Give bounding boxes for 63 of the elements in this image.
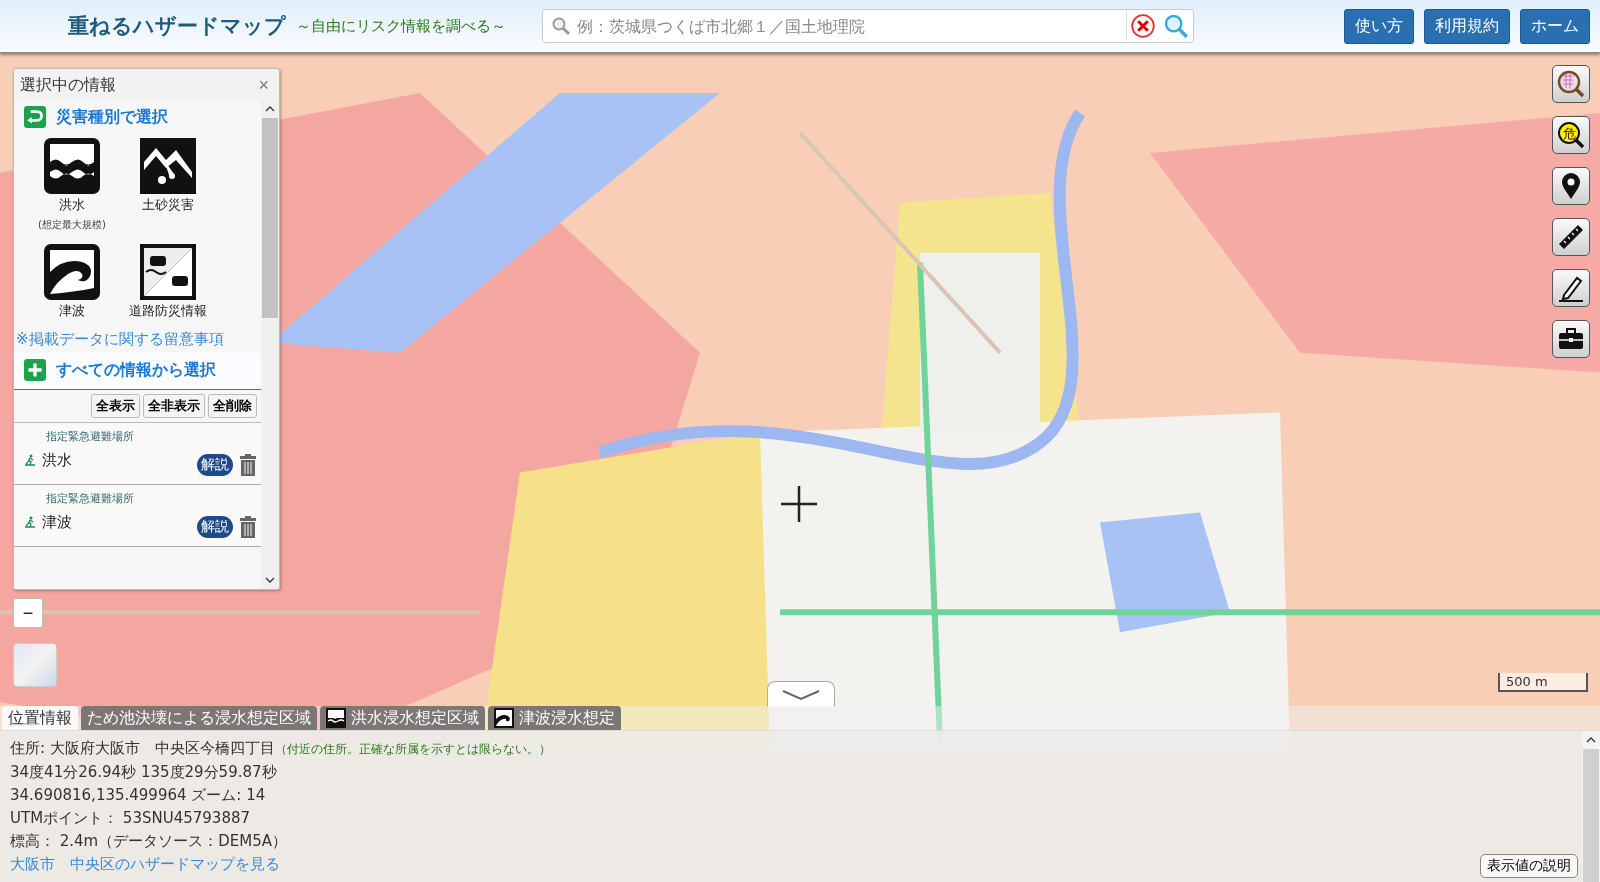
- running-person-icon: [24, 454, 36, 466]
- layer-action-button[interactable]: 全表示: [91, 394, 140, 418]
- plus-icon: [24, 359, 46, 381]
- explain-button[interactable]: 表示値の説明: [1480, 854, 1578, 878]
- wave-icon: [494, 708, 514, 728]
- layer-action-button[interactable]: 全非表示: [143, 394, 205, 418]
- collapse-tab[interactable]: [767, 681, 835, 707]
- wave-icon: [42, 242, 102, 302]
- address-text: 住所: 大阪府大阪市 中央区今橋四丁目: [10, 739, 275, 757]
- scrollbar[interactable]: [1582, 731, 1600, 882]
- trash-icon[interactable]: [239, 516, 257, 538]
- location-detail: 34度41分26.94秒 135度29分59.87秒: [10, 763, 277, 781]
- help-button[interactable]: 解説: [197, 454, 233, 476]
- close-button[interactable]: ×: [254, 75, 273, 96]
- layer-name: 洪水: [42, 450, 73, 470]
- search-field[interactable]: 例：茨城県つくば市北郷１／国土地理院: [575, 15, 1126, 37]
- layer-category: 指定緊急避難場所: [46, 491, 135, 506]
- info-tab[interactable]: ため池決壊による浸水想定区域: [81, 706, 317, 730]
- flood-icon: [42, 136, 102, 196]
- site-title[interactable]: 重ねるハザードマップ: [68, 12, 286, 40]
- info-tab[interactable]: 洪水浸水想定区域: [320, 706, 485, 730]
- hazard-type-button[interactable]: 津波: [24, 238, 120, 324]
- nav-button[interactable]: 使い方: [1344, 8, 1414, 44]
- hazard-type-button[interactable]: 土砂災害: [120, 132, 216, 236]
- layer-category: 指定緊急避難場所: [46, 429, 135, 444]
- address-note: （付近の住所。正確な所属を示すとは限らない。）: [274, 742, 551, 756]
- hazard-type-button[interactable]: 道路防災情報: [120, 238, 216, 324]
- scale-bar: 500 m: [1498, 673, 1588, 692]
- magnifier-map-icon: [1556, 69, 1586, 99]
- landslide-icon: [138, 136, 198, 196]
- nav-button[interactable]: ホーム: [1520, 8, 1590, 44]
- trash-icon[interactable]: [239, 454, 257, 476]
- location-detail: 標高： 2.4m（データソース：DEM5A）: [10, 832, 287, 850]
- map-tool-button[interactable]: [1552, 65, 1590, 103]
- caret-up-icon[interactable]: [1586, 737, 1596, 743]
- layer-thumbnail[interactable]: [13, 643, 57, 687]
- hazard-type-button[interactable]: 洪水 (想定最大規模): [24, 132, 120, 236]
- search-icon: [551, 16, 571, 36]
- map-tool-button[interactable]: [1552, 320, 1590, 358]
- site-subtitle: ～自由にリスク情報を調べる～: [296, 16, 506, 36]
- flood-icon: [326, 708, 346, 728]
- map-tool-button[interactable]: [1552, 218, 1590, 256]
- info-tab[interactable]: 津波浸水想定: [488, 706, 621, 730]
- section-heading: すべての情報から選択: [56, 359, 216, 381]
- crosshair-icon: [781, 486, 817, 522]
- layer-name: 津波: [42, 512, 73, 532]
- caret-down-icon[interactable]: [265, 577, 275, 583]
- zoom-out-button[interactable]: −: [13, 598, 43, 628]
- section-heading: 災害種別で選択: [56, 106, 168, 128]
- location-detail: 34.690816,135.499964 ズーム: 14: [10, 786, 266, 804]
- map-tool-button[interactable]: [1552, 269, 1590, 307]
- info-tab[interactable]: 位置情報: [2, 706, 78, 730]
- help-button[interactable]: 解説: [197, 516, 233, 538]
- running-person-icon: [24, 516, 36, 528]
- search-bar[interactable]: 例：茨城県つくば市北郷１／国土地理院: [542, 9, 1194, 43]
- nav-button[interactable]: 利用規約: [1424, 8, 1510, 44]
- map-tool-button[interactable]: [1552, 167, 1590, 205]
- layer-action-button[interactable]: 全削除: [208, 394, 257, 418]
- caret-up-icon[interactable]: [265, 106, 275, 112]
- panel-title: 選択中の情報: [20, 75, 116, 96]
- location-detail: UTMポイント： 53SNU45793887: [10, 809, 250, 827]
- road-hazard-icon: [138, 242, 198, 302]
- scrollbar[interactable]: [261, 100, 279, 589]
